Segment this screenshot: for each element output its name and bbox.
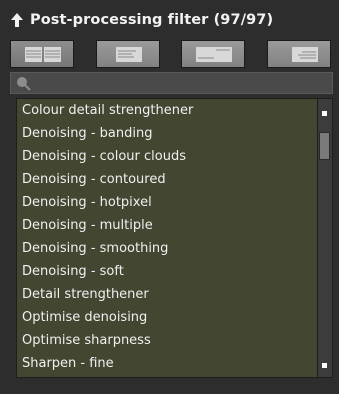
vertical-scrollbar[interactable] [317, 99, 332, 377]
list-item[interactable]: Denoising - banding [17, 122, 317, 145]
grid-list-view-button[interactable] [10, 40, 74, 68]
view-mode-bar [10, 40, 331, 68]
right-aligned-view-button[interactable] [266, 40, 331, 68]
search-icon [17, 77, 31, 91]
search-input[interactable] [35, 74, 325, 92]
list-item[interactable]: Denoising - hotpixel [17, 191, 317, 214]
list-item[interactable]: Colour detail strengthener [17, 99, 317, 122]
list-item[interactable]: Optimise sharpness [17, 329, 317, 352]
panel-title: Post-processing filter (97/97) [30, 12, 274, 28]
compact-list-view-button[interactable] [95, 40, 160, 68]
filter-list[interactable]: Colour detail strengthener Denoising - b… [16, 98, 333, 378]
list-item[interactable]: Sharpen - fine [17, 352, 317, 375]
right-aligned-view-icon [291, 47, 318, 62]
filter-items: Colour detail strengthener Denoising - b… [17, 99, 317, 375]
panel-header[interactable]: Post-processing filter (97/97) [10, 7, 273, 33]
detail-view-button[interactable] [181, 40, 246, 68]
list-item[interactable]: Denoising - smoothing [17, 237, 317, 260]
post-processing-filter-panel: Post-processing filter (97/97) Colour de… [0, 0, 339, 394]
scroll-up-button[interactable] [322, 111, 327, 116]
grid-list-view-icon [25, 47, 61, 62]
list-item[interactable]: Denoising - multiple [17, 214, 317, 237]
compact-list-view-icon [115, 47, 142, 62]
list-item[interactable]: Denoising - soft [17, 260, 317, 283]
list-item[interactable]: Optimise denoising [17, 306, 317, 329]
list-item[interactable]: Denoising - contoured [17, 168, 317, 191]
arrow-up-icon[interactable] [10, 12, 24, 28]
filter-search-box[interactable] [10, 72, 333, 94]
scroll-down-button[interactable] [322, 363, 327, 368]
detail-view-icon [196, 47, 233, 62]
list-item[interactable]: Detail strengthener [17, 283, 317, 306]
list-item[interactable]: Denoising - colour clouds [17, 145, 317, 168]
scrollbar-thumb[interactable] [319, 132, 330, 160]
